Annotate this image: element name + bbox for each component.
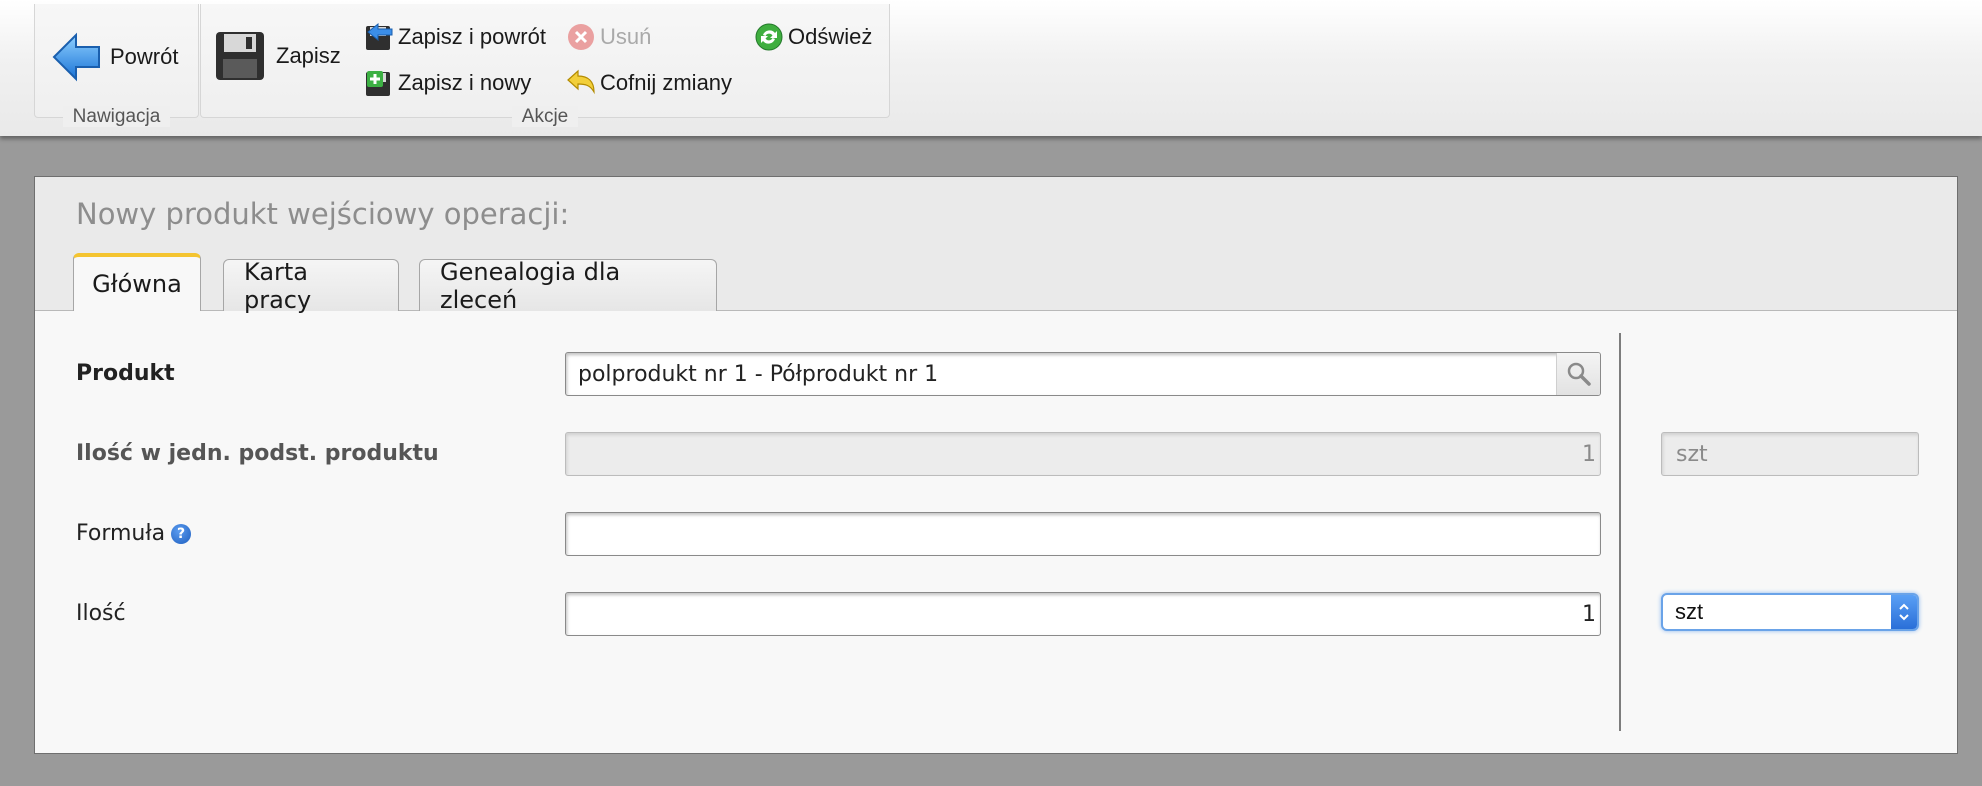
- floppy-disk-icon: [216, 32, 264, 80]
- refresh-icon: [755, 23, 783, 51]
- form-panel: Nowy produkt wejściowy operacji: Główna …: [34, 176, 1958, 754]
- refresh-label: Odśwież: [788, 24, 873, 49]
- formula-label-wrap: Formuła?: [76, 521, 192, 546]
- delete-icon: [568, 24, 594, 50]
- save-and-new-icon: [366, 71, 390, 96]
- magnifier-icon: [1567, 362, 1591, 386]
- qty-unit-selected: szt: [1675, 599, 1704, 624]
- actions-group-label: Akcje: [511, 106, 579, 127]
- refresh-button[interactable]: Odśwież: [754, 22, 872, 52]
- navigation-group-label: Nawigacja: [62, 106, 171, 127]
- save-and-new-label: Zapisz i nowy: [398, 70, 532, 95]
- tab-order-genealogy[interactable]: Genealogia dla zleceń: [419, 257, 717, 314]
- save-and-back-icon: [366, 22, 393, 50]
- tab-main[interactable]: Główna: [73, 253, 201, 311]
- undo-changes-label: Cofnij zmiany: [600, 70, 733, 95]
- save-button[interactable]: Zapisz: [214, 30, 341, 82]
- save-and-new-button[interactable]: Zapisz i nowy: [364, 68, 531, 98]
- qty-base-unit-unit: szt: [1661, 432, 1919, 476]
- back-button[interactable]: Powrót: [52, 32, 178, 82]
- product-label: Produkt: [76, 361, 175, 386]
- save-and-back-button[interactable]: Zapisz i powrót: [364, 22, 546, 52]
- delete-label: Usuń: [600, 24, 652, 49]
- column-divider: [1619, 333, 1621, 731]
- select-chevron-icon: [1891, 595, 1917, 629]
- product-lookup-field[interactable]: polprodukt nr 1 - Półprodukt nr 1: [565, 352, 1601, 396]
- save-and-back-label: Zapisz i powrót: [398, 24, 546, 49]
- qty-label: Ilość: [76, 601, 126, 626]
- qty-unit-select[interactable]: szt: [1661, 593, 1919, 631]
- qty-field[interactable]: 1: [565, 592, 1601, 636]
- product-search-button[interactable]: [1556, 353, 1600, 395]
- tab-order-genealogy-label: Genealogia dla zleceń: [440, 257, 621, 314]
- tab-main-label: Główna: [92, 270, 182, 298]
- formula-label: Formuła: [76, 521, 166, 546]
- form-header: Nowy produkt wejściowy operacji: Główna …: [35, 177, 1957, 314]
- product-value: polprodukt nr 1 - Półprodukt nr 1: [578, 361, 939, 387]
- back-arrow-icon: [52, 32, 100, 82]
- save-button-label: Zapisz: [276, 43, 341, 68]
- qty-base-unit-field: 1: [565, 432, 1601, 476]
- formula-field[interactable]: [565, 512, 1601, 556]
- tab-work-card[interactable]: Karta pracy: [223, 257, 399, 314]
- undo-arrow-icon: [567, 69, 595, 95]
- ribbon-toolbar: Nawigacja Akcje Powrót Zapisz Zapisz i p…: [0, 0, 1982, 136]
- qty-base-unit-label: Ilość w jedn. podst. produktu: [76, 441, 439, 466]
- help-icon[interactable]: ?: [171, 524, 192, 544]
- page-title: Nowy produkt wejściowy operacji:: [76, 197, 570, 231]
- back-button-label: Powrót: [110, 44, 179, 69]
- tab-work-card-label: Karta pracy: [244, 257, 312, 314]
- delete-button[interactable]: Usuń: [566, 22, 651, 52]
- undo-changes-button[interactable]: Cofnij zmiany: [566, 68, 732, 98]
